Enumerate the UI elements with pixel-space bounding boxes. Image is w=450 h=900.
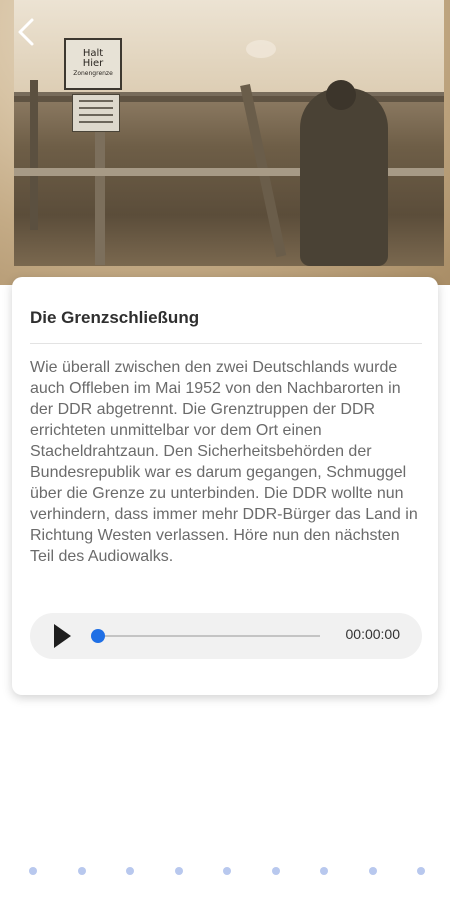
card-body-text: Wie überall zwischen den zwei Deutschlan… bbox=[30, 359, 418, 565]
pager-dot[interactable] bbox=[271, 867, 280, 875]
audio-time: 00:00:00 bbox=[345, 626, 401, 642]
pager-dot[interactable] bbox=[77, 867, 86, 875]
pager-dot[interactable] bbox=[174, 867, 183, 875]
header-photo: Halt Hier Zonengrenze bbox=[0, 0, 450, 285]
card-title: Die Grenzschließung bbox=[30, 308, 200, 327]
border-sign: Halt Hier Zonengrenze bbox=[64, 38, 122, 90]
audio-progress-thumb[interactable] bbox=[91, 629, 105, 643]
pager-dot[interactable] bbox=[368, 867, 377, 875]
pager-dot[interactable] bbox=[320, 867, 328, 875]
pager-dot[interactable] bbox=[126, 867, 134, 875]
pager-dot[interactable] bbox=[29, 867, 37, 875]
play-icon[interactable] bbox=[54, 624, 71, 648]
pager-dot[interactable] bbox=[417, 867, 425, 875]
audio-progress-track[interactable] bbox=[98, 635, 320, 637]
pager-dots bbox=[0, 867, 450, 877]
chevron-left-icon bbox=[18, 18, 34, 46]
back-button[interactable] bbox=[12, 16, 42, 48]
pager-dot[interactable] bbox=[223, 867, 231, 875]
content-card: Die Grenzschließung Wie überall zwischen… bbox=[12, 277, 438, 695]
audio-player: 00:00:00 bbox=[30, 613, 422, 659]
small-sign bbox=[72, 94, 120, 132]
divider bbox=[30, 343, 422, 344]
